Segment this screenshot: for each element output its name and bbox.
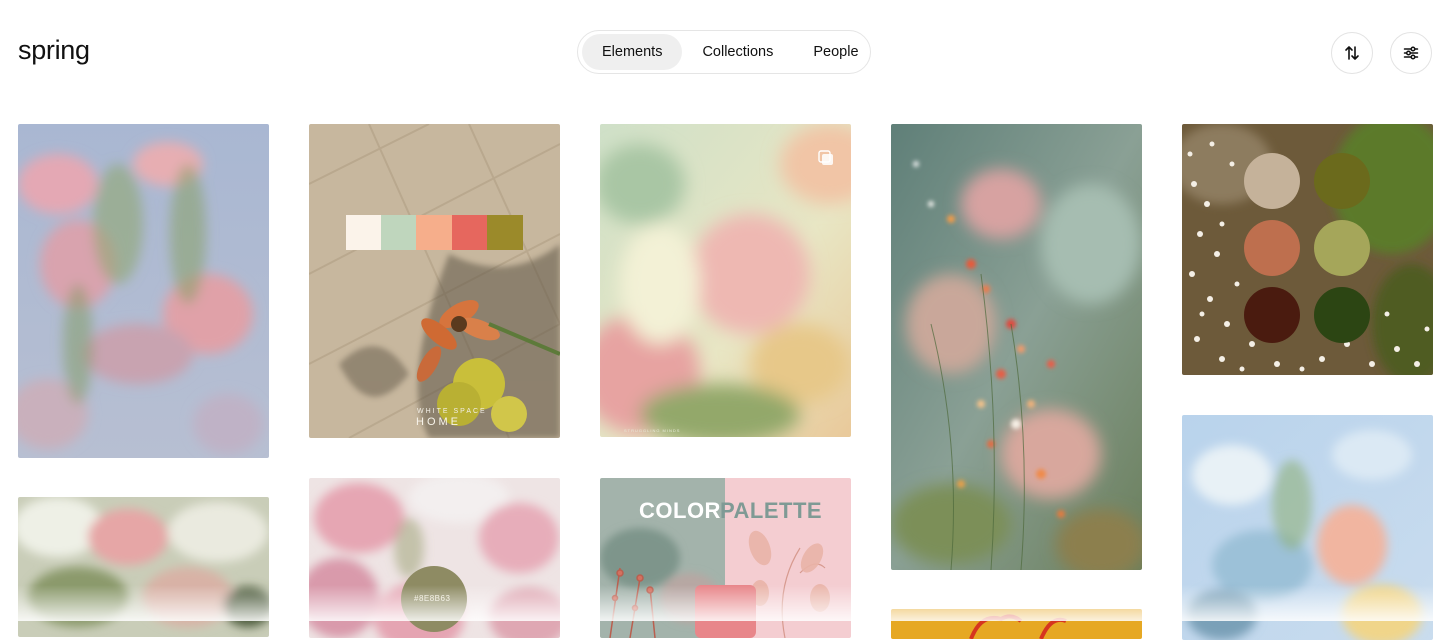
wildflowers-photo [891,124,1142,570]
palette-swatch-5 [1244,287,1300,343]
palette-heading-palette: PALETTE [720,498,823,523]
palette-swatch-1 [1244,153,1300,209]
glass-flowers-photo [1182,415,1433,640]
palette-card-sunlit-tiles[interactable]: WHITE SPACE HOME [309,124,560,438]
tab-people[interactable]: People [793,34,878,70]
palette-swatch-1 [346,215,381,250]
palette-swatch-3 [1244,220,1300,276]
sliders-icon [1403,46,1419,60]
swatch-hex-label: #8E8B63 [414,594,451,603]
filter-button[interactable] [1390,32,1432,74]
sort-arrows-icon [1345,46,1359,60]
palette-heading-color: COLOR [639,498,721,523]
color-swatch [695,585,756,638]
palette-swatch-4 [452,215,487,250]
palette-swatch-2 [1314,153,1370,209]
image-card-cherry-blossom-tree[interactable] [18,497,269,637]
card-caption-big: HOME [416,416,461,428]
palette-swatch-2 [381,215,416,250]
pastel-petals-photo [600,124,851,437]
palette-card-pink-blossoms[interactable]: #8E8B63 [309,478,560,638]
page-title: spring [18,35,90,65]
image-card-yellow-partial[interactable] [891,609,1142,639]
tiles-flowers-photo [309,124,560,438]
image-card-blurred-pink-flowers[interactable] [18,124,269,458]
tab-collections[interactable]: Collections [682,34,793,70]
image-card-wildflowers-teal[interactable] [891,124,1142,570]
palette-swatch-5 [487,215,523,250]
flower-photo [18,124,269,458]
card-caption-small: STRUGGLING MINDS [624,428,681,433]
yellow-photo [891,609,1142,639]
pink-blossom-photo [309,478,560,638]
palette-card-white-blossoms[interactable] [1182,124,1433,375]
view-tabs: Elements Collections People [577,30,871,74]
palette-card-color-palette[interactable]: COLOR PALETTE [600,478,851,638]
sort-button[interactable] [1331,32,1373,74]
card-caption-small: WHITE SPACE [417,408,487,415]
image-card-soft-pastel-petals[interactable]: STRUGGLING MINDS [600,124,851,437]
blossom-photo [18,497,269,637]
palette-swatch-4 [1314,220,1370,276]
tab-elements[interactable]: Elements [582,34,683,70]
image-card-pastel-glass-flowers[interactable] [1182,415,1433,640]
white-blossoms-photo [1182,124,1433,375]
palette-swatch-6 [1314,287,1370,343]
palette-swatch-3 [416,215,452,250]
